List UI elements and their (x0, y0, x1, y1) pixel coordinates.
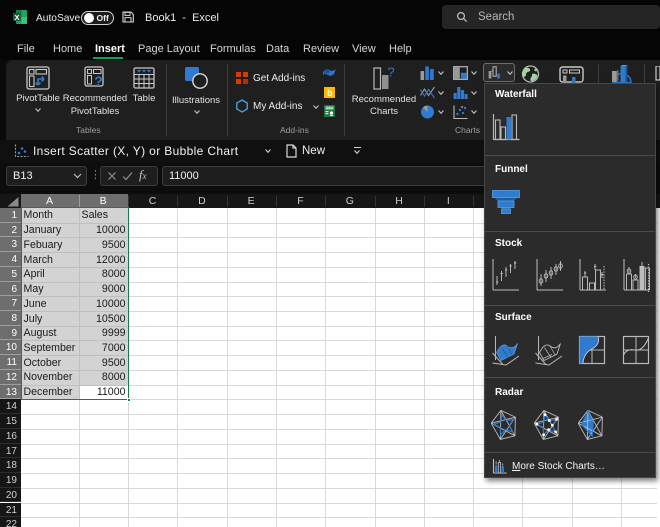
svg-text:?: ? (94, 73, 103, 89)
svg-text:X: X (14, 13, 19, 22)
svg-text:?: ? (387, 67, 394, 80)
